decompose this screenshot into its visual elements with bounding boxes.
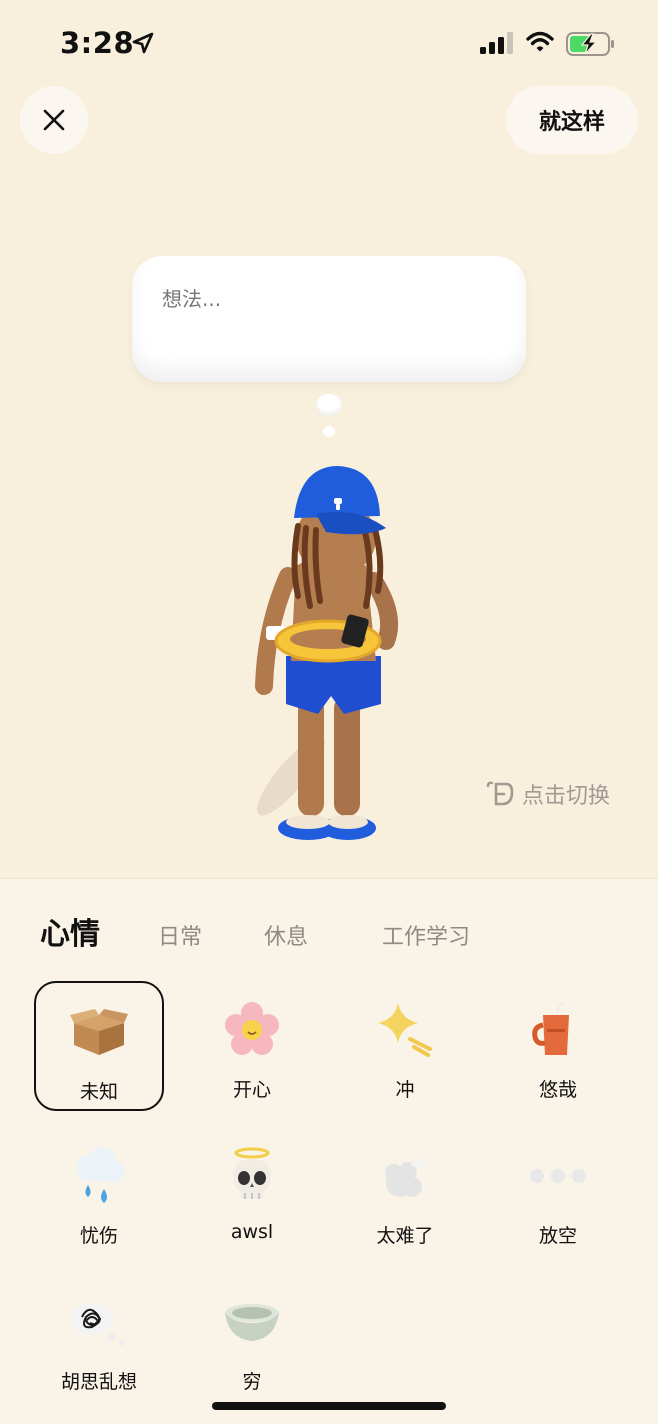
battery-charging-icon [566, 32, 614, 56]
mood-label: 冲 [395, 1079, 415, 1101]
mood-item-too-hard[interactable]: 太难了 [340, 1127, 470, 1257]
close-button[interactable] [20, 86, 88, 154]
smoke-puff-icon [374, 1145, 436, 1207]
wifi-icon [526, 31, 554, 52]
mug-icon [527, 999, 589, 1061]
mood-label: 太难了 [376, 1225, 434, 1247]
empty-bowl-icon [221, 1291, 283, 1353]
mood-item-leisurely[interactable]: 悠哉 [493, 981, 623, 1111]
mood-item-awsl[interactable]: awsl [187, 1127, 317, 1257]
location-arrow-icon [132, 32, 154, 54]
thought-input[interactable] [162, 284, 492, 314]
status-time: 3:28 [60, 26, 135, 60]
tab-daily[interactable]: 日常 [158, 919, 202, 951]
rain-cloud-icon [68, 1145, 130, 1207]
mood-label: 忧伤 [79, 1225, 118, 1247]
mood-label: 未知 [79, 1081, 118, 1103]
mood-label: 胡思乱想 [60, 1371, 137, 1393]
cellular-signal-icon [480, 32, 513, 54]
mood-item-zoning-out[interactable]: 放空 [493, 1127, 623, 1257]
mood-label: awsl [230, 1221, 274, 1243]
tab-rest[interactable]: 休息 [264, 919, 308, 951]
tab-mood[interactable]: 心情 [40, 909, 100, 953]
thought-bubble-tail-large [316, 394, 342, 416]
mood-item-overthinking[interactable]: 胡思乱想 [34, 1273, 164, 1403]
mood-item-unknown[interactable]: 未知 [34, 981, 164, 1111]
box-icon [68, 1001, 130, 1063]
switch-hint-label: 点击切换 [522, 784, 611, 809]
thought-bubble [132, 256, 526, 382]
sparkle-icon [374, 999, 436, 1061]
status-picker-panel: 心情 日常 休息 工作学习 未知 开心 冲 悠哉 忧伤 awsl 太难了 放空 … [0, 878, 658, 1424]
skull-halo-icon [221, 1145, 283, 1207]
tab-work-study[interactable]: 工作学习 [382, 919, 470, 951]
mood-label: 悠哉 [538, 1079, 577, 1101]
mood-label: 穷 [242, 1371, 262, 1393]
mood-label: 开心 [232, 1079, 271, 1101]
flower-icon [221, 999, 283, 1061]
thought-bubble-tail-small [323, 426, 335, 437]
tangled-thought-icon [68, 1291, 130, 1353]
dots-icon [527, 1145, 589, 1207]
mood-item-broke[interactable]: 穷 [187, 1273, 317, 1403]
status-bar: 3:28 [0, 0, 658, 86]
close-icon [43, 109, 65, 131]
home-indicator [212, 1402, 446, 1410]
category-tabs: 心情 日常 休息 工作学习 [0, 909, 658, 959]
done-button[interactable]: 就这样 [506, 86, 638, 154]
mood-label: 放空 [538, 1225, 577, 1247]
switch-hint[interactable]: 点击切换 [484, 778, 610, 810]
mood-item-sad[interactable]: 忧伤 [34, 1127, 164, 1257]
mood-item-happy[interactable]: 开心 [187, 981, 317, 1111]
mood-item-rush[interactable]: 冲 [340, 981, 470, 1111]
avatar-character[interactable] [236, 456, 416, 846]
tap-hand-icon [486, 781, 514, 806]
